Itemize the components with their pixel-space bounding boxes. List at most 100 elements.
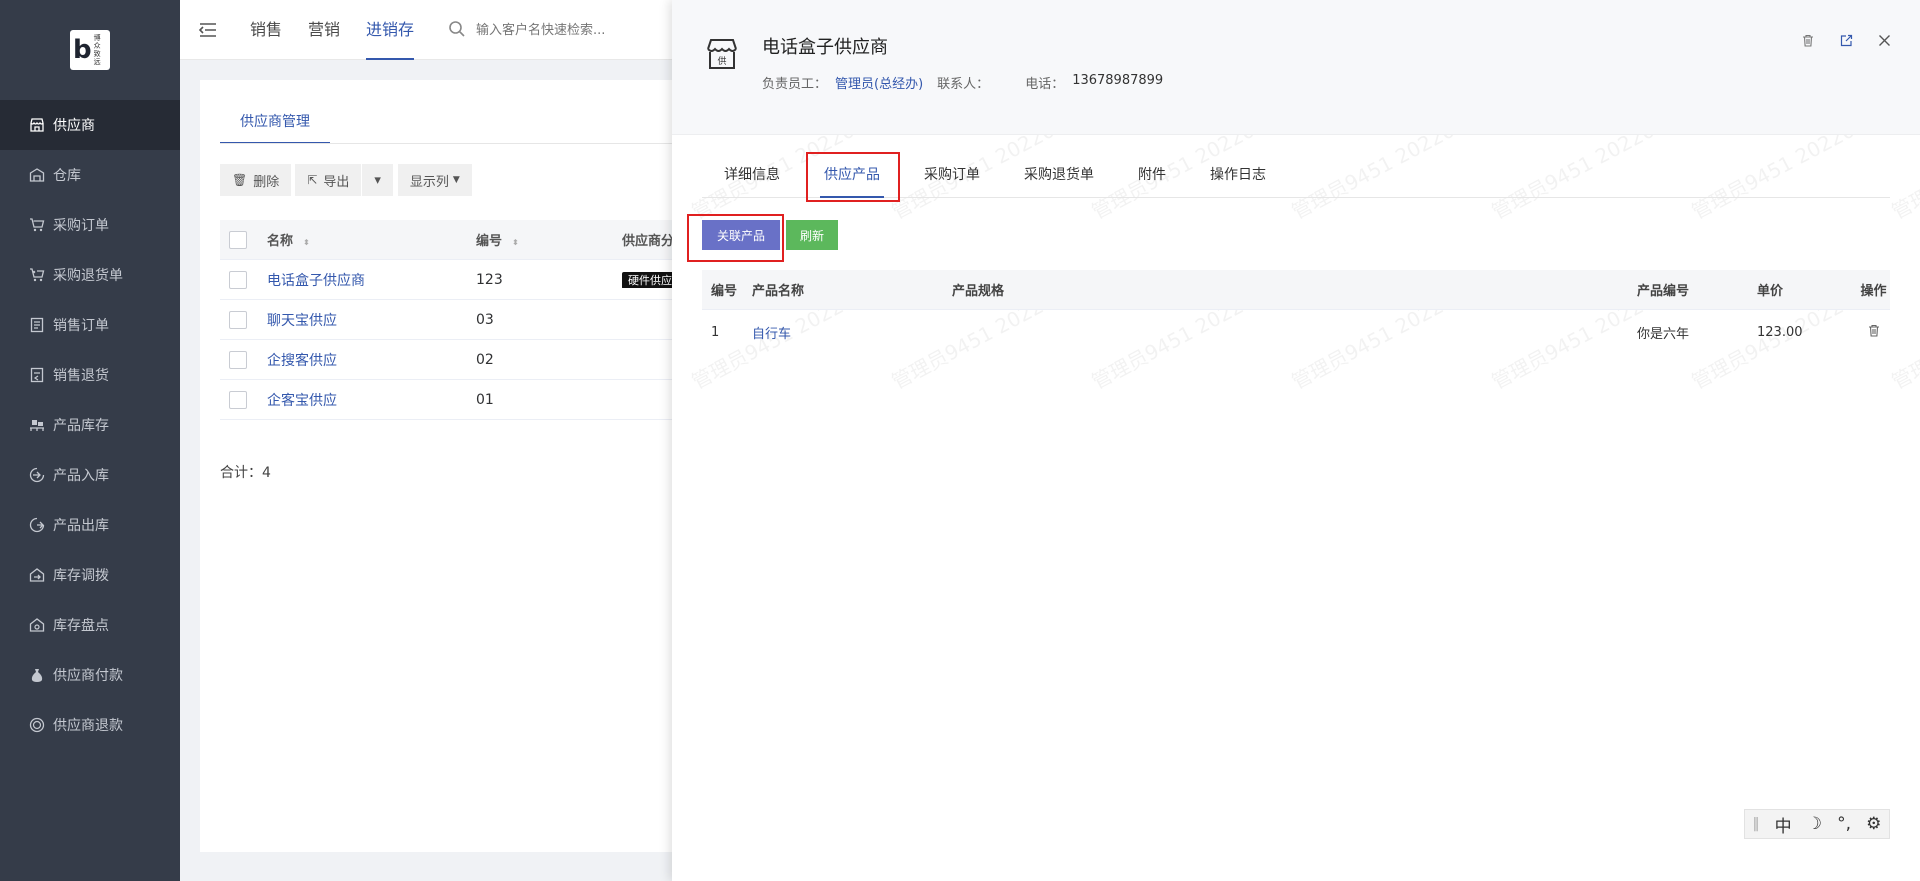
product-table: 编号 产品名称 产品规格 产品编号 单价 操作 1 自行车 你是六年 123.00 xyxy=(702,270,1890,354)
sidebar-item[interactable]: 产品出库 xyxy=(0,500,180,550)
column-header-code[interactable]: 编号 ⬍ xyxy=(476,230,622,249)
refund-icon xyxy=(28,717,45,734)
ime-moon-icon[interactable]: ☽ xyxy=(1807,814,1822,834)
sort-icon[interactable]: ⬍ xyxy=(303,238,310,247)
sidebar-item[interactable]: 供应商 xyxy=(0,100,180,150)
drawer-actions xyxy=(1800,32,1892,48)
sidebar-item[interactable]: 产品入库 xyxy=(0,450,180,500)
columns-button[interactable]: 显示列 ▼ xyxy=(397,164,472,196)
column-header-product-code: 产品编号 xyxy=(1637,284,1690,299)
menu-toggle-icon[interactable] xyxy=(198,20,218,40)
sidebar-item[interactable]: 销售退货 xyxy=(0,350,180,400)
inbound-icon xyxy=(28,467,45,484)
supplier-detail-drawer: 供 电话盒子供应商 负责员工： 管理员(总经办) 联系人： 电话： 136789… xyxy=(672,0,1920,881)
inventory-check-icon xyxy=(28,617,45,634)
supplier-name-link[interactable]: 聊天宝供应 xyxy=(267,310,476,330)
delete-button[interactable]: 🗑 删除 xyxy=(220,164,292,196)
ime-punctuation-toggle[interactable]: °, xyxy=(1837,814,1851,834)
drawer-tab[interactable]: 详细信息 xyxy=(702,152,802,197)
delete-icon[interactable] xyxy=(1800,32,1816,48)
return-doc-icon xyxy=(28,367,45,384)
drawer-title: 电话盒子供应商 xyxy=(762,37,888,58)
product-price: 123.00 xyxy=(1757,324,1803,340)
column-header-no: 编号 xyxy=(711,284,738,299)
phone-label: 电话： xyxy=(1025,77,1065,92)
open-new-window-icon[interactable] xyxy=(1838,32,1854,48)
sidebar: b 博众 致远 供应商仓库采购订单采购退货单销售订单 销售退货 产品库存 产品入库产品出… xyxy=(0,0,180,881)
export-icon: ⇱ xyxy=(307,173,318,187)
row-checkbox[interactable] xyxy=(229,350,247,369)
supplier-name-link[interactable]: 企客宝供应 xyxy=(267,390,476,410)
supplier-name-link[interactable]: 电话盒子供应商 xyxy=(267,270,476,290)
drawer-tab[interactable]: 采购退货单 xyxy=(1002,152,1116,197)
sidebar-menu: 供应商仓库采购订单采购退货单销售订单 销售退货 产品库存 产品入库产品出库库存调拨库存… xyxy=(0,100,180,750)
ime-toolbar: ‖ 中 ☽ °, ⚙ xyxy=(1744,809,1890,839)
drawer-meta: 负责员工： 管理员(总经办) 联系人： 电话： 13678987899 xyxy=(762,73,1163,92)
sidebar-item-label: 库存调拨 xyxy=(53,568,109,584)
sidebar-item[interactable]: 库存盘点 xyxy=(0,600,180,650)
ime-gear-icon[interactable]: ⚙ xyxy=(1866,814,1881,834)
column-header-product-name: 产品名称 xyxy=(752,284,805,299)
sidebar-item-label: 产品出库 xyxy=(53,518,109,534)
drawer-tab[interactable]: 采购订单 xyxy=(902,152,1002,197)
row-checkbox[interactable] xyxy=(229,270,247,289)
cart-return-icon xyxy=(28,267,45,284)
delete-row-icon[interactable] xyxy=(1857,324,1890,341)
top-nav-item[interactable]: 销售 xyxy=(250,0,282,60)
tab-supplier-management[interactable]: 供应商管理 xyxy=(220,100,330,144)
sidebar-item[interactable]: 供应商退款 xyxy=(0,700,180,750)
supplier-code: 02 xyxy=(476,351,494,368)
outbound-icon xyxy=(28,517,45,534)
sidebar-item[interactable]: 采购订单 xyxy=(0,200,180,250)
svg-text:供: 供 xyxy=(717,55,726,67)
sidebar-item[interactable]: 仓库 xyxy=(0,150,180,200)
sidebar-item-label: 供应商 xyxy=(53,118,95,134)
product-name-link[interactable]: 自行车 xyxy=(752,323,952,342)
highlight-box-button xyxy=(687,214,784,262)
owner-link[interactable]: 管理员(总经办) xyxy=(835,73,923,92)
column-header-spec: 产品规格 xyxy=(952,284,1005,299)
sidebar-item[interactable]: 供应商付款 xyxy=(0,650,180,700)
sidebar-item-label: 采购退货单 xyxy=(53,268,123,284)
money-bag-icon xyxy=(28,667,45,684)
sidebar-item-label: 仓库 xyxy=(53,168,81,184)
export-dropdown-button[interactable]: ▾ xyxy=(362,164,394,196)
top-nav-item[interactable]: 进销存 xyxy=(366,0,415,60)
sidebar-item[interactable]: 产品库存 xyxy=(0,400,180,450)
customer-search-input[interactable] xyxy=(476,18,676,42)
logo[interactable]: b 博众 致远 xyxy=(70,30,110,70)
sidebar-item-label: 采购订单 xyxy=(53,218,109,234)
supplier-type-tag: 硬件供应 xyxy=(622,271,678,288)
product-table-header: 编号 产品名称 产品规格 产品编号 单价 操作 xyxy=(702,270,1890,310)
top-nav: 销售 营销 进销存 xyxy=(250,0,440,60)
row-checkbox[interactable] xyxy=(229,310,247,329)
ime-drag-handle[interactable]: ‖ xyxy=(1753,816,1760,832)
select-all-checkbox[interactable] xyxy=(229,230,247,249)
highlight-box-tab xyxy=(806,152,900,202)
drawer-tab[interactable]: 操作日志 xyxy=(1188,152,1288,197)
sidebar-item[interactable]: 销售订单 xyxy=(0,300,180,350)
logo-mark: b xyxy=(73,35,92,65)
pallet-icon xyxy=(28,417,45,434)
export-button[interactable]: ⇱ 导出 xyxy=(295,164,363,196)
phone-value: 13678987899 xyxy=(1072,73,1164,88)
row-checkbox[interactable] xyxy=(229,390,247,409)
sidebar-item[interactable]: 库存调拨 xyxy=(0,550,180,600)
ime-language-toggle[interactable]: 中 xyxy=(1775,812,1792,837)
owner-label: 负责员工： xyxy=(762,77,828,92)
refresh-button[interactable]: 刷新 xyxy=(786,220,838,250)
drawer-header: 供 电话盒子供应商 负责员工： 管理员(总经办) 联系人： 电话： 136789… xyxy=(672,0,1920,135)
supplier-name-link[interactable]: 企搜客供应 xyxy=(267,350,476,370)
sort-icon[interactable]: ⬍ xyxy=(512,238,519,247)
sidebar-item[interactable]: 采购退货单 xyxy=(0,250,180,300)
supplier-code: 03 xyxy=(476,311,494,328)
top-nav-item[interactable]: 营销 xyxy=(308,0,340,60)
search-icon[interactable] xyxy=(448,20,466,38)
supplier-code: 123 xyxy=(476,271,503,288)
drawer-tab[interactable]: 附件 xyxy=(1116,152,1188,197)
close-icon[interactable] xyxy=(1876,32,1892,48)
transfer-icon xyxy=(28,567,45,584)
sidebar-item-label: 供应商付款 xyxy=(53,668,123,684)
product-code: 你是六年 xyxy=(1637,326,1690,342)
column-header-name[interactable]: 名称 ⬍ xyxy=(267,230,476,249)
